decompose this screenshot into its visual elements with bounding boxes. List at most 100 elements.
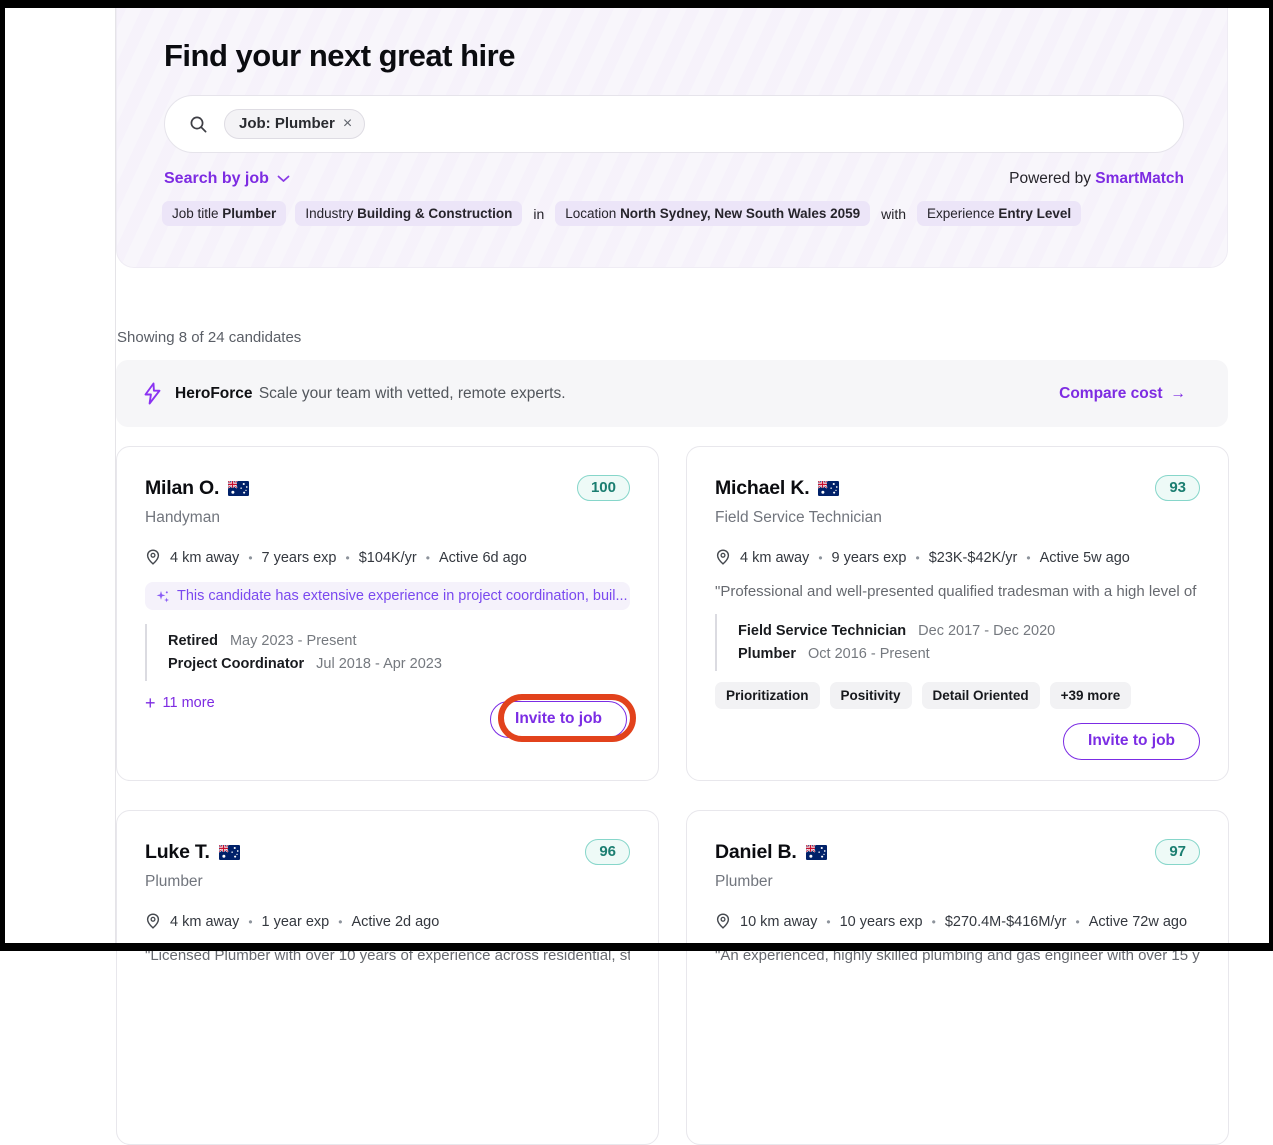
location-pin-icon [145, 549, 161, 566]
location-pin-icon [145, 913, 161, 930]
candidate-name: Michael K. [715, 477, 809, 500]
location-pin-icon [715, 913, 731, 930]
search-term-chip[interactable]: Job: Plumber × [224, 109, 365, 139]
skill-tag[interactable]: Prioritization [715, 682, 820, 709]
filter-chip-job-title[interactable]: Job title Plumber [162, 201, 286, 226]
meta-item: $270.4M-$416M/yr [945, 914, 1067, 930]
meta-item: 9 years exp [832, 550, 907, 566]
filter-chip-location[interactable]: Location North Sydney, New South Wales 2… [555, 201, 870, 226]
candidate-job-title: Plumber [715, 873, 1200, 891]
match-score-badge: 97 [1155, 839, 1200, 865]
banner-brand: HeroForce [175, 385, 253, 402]
candidate-meta-row: 4 km away•7 years exp•$104K/yr•Active 6d… [145, 549, 630, 566]
show-more-label: 11 more [163, 695, 215, 711]
screenshot-frame-top [0, 0, 1273, 8]
experience-dates: Jul 2018 - Apr 2023 [316, 656, 442, 672]
search-by-job-label: Search by job [164, 170, 269, 188]
meta-separator: • [338, 915, 342, 929]
match-score-badge: 96 [585, 839, 630, 865]
location-pin-icon [715, 549, 731, 566]
filter-connector-with: with [879, 206, 908, 222]
plus-icon: + [145, 694, 156, 712]
heroforce-banner: HeroForce Scale your team with vetted, r… [116, 360, 1228, 427]
meta-item: $23K-$42K/yr [929, 550, 1018, 566]
search-term-label: Job: Plumber [239, 115, 335, 132]
screenshot-frame-left [0, 0, 5, 951]
filter-chip-experience[interactable]: Experience Entry Level [917, 201, 1081, 226]
meta-separator: • [826, 915, 830, 929]
candidate-job-title: Plumber [145, 873, 630, 891]
search-input[interactable]: Job: Plumber × [164, 95, 1184, 153]
candidate-name: Daniel B. [715, 841, 797, 864]
australia-flag-icon [806, 845, 827, 860]
filter-value: North Sydney, New South Wales 2059 [620, 206, 860, 221]
meta-item: Active 72w ago [1089, 914, 1187, 930]
meta-item: $104K/yr [359, 550, 417, 566]
experience-list: Field Service TechnicianDec 2017 - Dec 2… [715, 614, 1200, 671]
powered-by: Powered by SmartMatch [1009, 170, 1184, 188]
candidate-card: Milan O.100 Handyman 4 km away • 7 years exp… [116, 446, 659, 781]
candidate-card-header: Milan O.100 [145, 475, 630, 501]
ai-summary-text: This candidate has extensive experience … [177, 588, 628, 604]
australia-flag-icon [219, 845, 240, 860]
meta-item: Active 5w ago [1040, 550, 1130, 566]
meta-separator: • [1076, 915, 1080, 929]
invite-to-job-button[interactable]: Invite to job [490, 701, 627, 738]
compare-cost-link[interactable]: Compare cost → [1059, 385, 1186, 403]
meta-item: 10 km away [740, 914, 817, 930]
close-icon[interactable]: × [343, 116, 352, 132]
meta-item: 10 years exp [840, 914, 923, 930]
sparkle-icon [155, 589, 170, 604]
candidate-job-title: Handyman [145, 509, 630, 527]
powered-by-label: Powered by [1009, 170, 1091, 187]
search-by-job-dropdown[interactable]: Search by job [164, 170, 290, 188]
ai-summary-pill[interactable]: This candidate has extensive experience … [145, 582, 630, 610]
experience-role: Plumber [738, 646, 796, 662]
search-icon [189, 115, 208, 134]
meta-separator: • [248, 551, 252, 565]
experience-role: Project Coordinator [168, 656, 304, 672]
filter-label: Industry [305, 206, 353, 221]
candidate-card: Michael K.93Field Service Technician4 km… [686, 446, 1229, 781]
skill-tag[interactable]: +39 more [1050, 682, 1132, 709]
arrow-right-icon: → [1171, 385, 1187, 403]
candidate-card-header: Luke T. 96 [145, 839, 630, 865]
candidate-card-header: Daniel B. 97 [715, 839, 1200, 865]
invite-to-job-button[interactable]: Invite to job [1063, 723, 1200, 760]
skill-tag-row: Prioritization Positivity Detail Oriented +… [715, 682, 1131, 709]
experience-dates: May 2023 - Present [230, 633, 357, 649]
filter-value: Building & Construction [357, 206, 512, 221]
meta-item: 4 km away [170, 550, 239, 566]
search-hero-panel: Find your next great hire Job: Plumber ×… [116, 0, 1228, 268]
screenshot-frame-right [1269, 0, 1273, 951]
candidate-card: Daniel B. 97 Plumber 10 km away • 10 years ex… [686, 810, 1229, 1145]
experience-row: RetiredMay 2023 - Present [168, 633, 630, 649]
meta-separator: • [248, 915, 252, 929]
candidate-quote: "Professional and well-presented qualifi… [715, 583, 1200, 600]
experience-row: PlumberOct 2016 - Present [738, 646, 1200, 662]
meta-item: Active 6d ago [439, 550, 527, 566]
bolt-icon [142, 382, 163, 405]
meta-separator: • [426, 551, 430, 565]
banner-message: Scale your team with vetted, remote expe… [259, 385, 566, 402]
experience-row: Field Service TechnicianDec 2017 - Dec 2… [738, 623, 1200, 639]
page-title: Find your next great hire [164, 38, 515, 74]
meta-separator: • [932, 915, 936, 929]
candidate-meta-row: 4 km away•1 year exp•Active 2d ago [145, 913, 630, 930]
show-more-experience-link[interactable]: +11 more [145, 694, 215, 712]
skill-tag[interactable]: Detail Oriented [922, 682, 1040, 709]
filter-connector-in: in [531, 206, 546, 222]
compare-cost-label: Compare cost [1059, 385, 1162, 403]
meta-separator: • [915, 551, 919, 565]
smartmatch-brand: SmartMatch [1095, 170, 1184, 187]
skill-tag[interactable]: Positivity [830, 682, 912, 709]
candidate-name: Luke T. [145, 841, 210, 864]
experience-list: RetiredMay 2023 - Present Project Coordin… [145, 624, 630, 681]
candidate-meta-row: 10 km away • 10 years exp • $270.4M-$416M/yr… [715, 913, 1200, 930]
meta-item: 7 years exp [262, 550, 337, 566]
meta-separator: • [1026, 551, 1030, 565]
filter-value: Plumber [222, 206, 276, 221]
banner-text: HeroForce Scale your team with vetted, r… [175, 385, 566, 403]
filter-label: Job title [172, 206, 219, 221]
filter-chip-industry[interactable]: Industry Building & Construction [295, 201, 522, 226]
